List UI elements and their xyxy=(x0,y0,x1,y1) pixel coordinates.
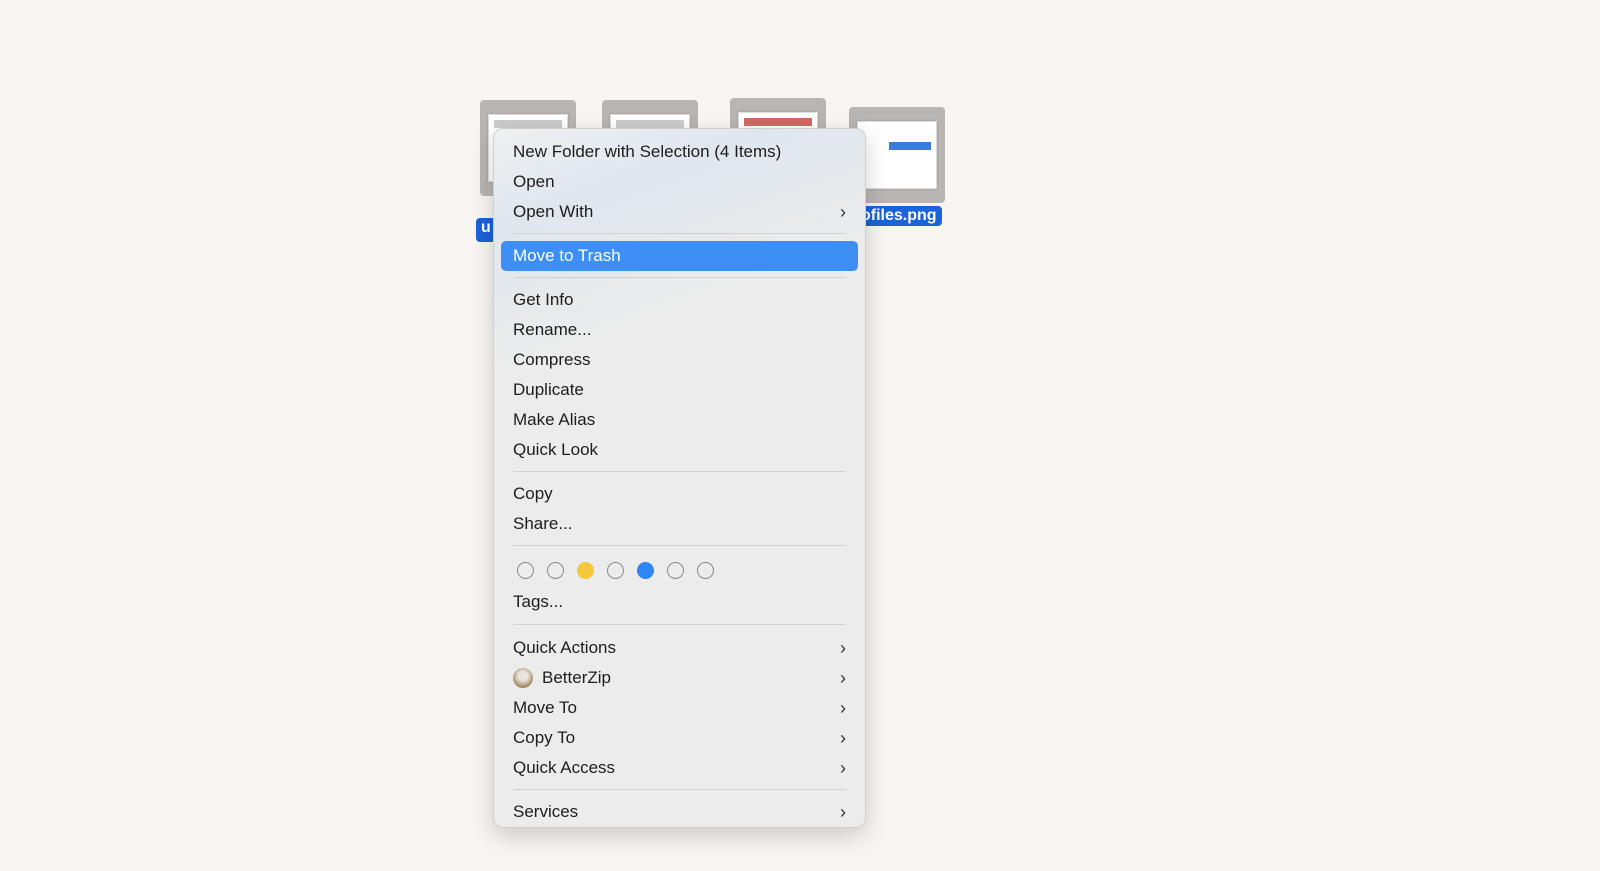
menu-item-quick-actions[interactable]: Quick Actions › xyxy=(501,633,858,663)
menu-item-services[interactable]: Services › xyxy=(501,797,858,827)
menu-item-label: New Folder with Selection (4 Items) xyxy=(513,142,782,161)
chevron-right-icon: › xyxy=(840,728,846,748)
chevron-right-icon: › xyxy=(840,638,846,658)
menu-item-label: Open xyxy=(513,172,555,191)
menu-item-label: Rename... xyxy=(513,320,592,339)
chevron-right-icon: › xyxy=(840,668,846,688)
menu-item-label: Copy To xyxy=(513,728,576,747)
menu-item-quick-look[interactable]: Quick Look xyxy=(501,435,858,465)
menu-item-label: Get Info xyxy=(513,290,574,309)
tag-color-1[interactable] xyxy=(517,561,534,579)
menu-item-label: Move To xyxy=(513,698,577,717)
menu-item-label: Share... xyxy=(513,514,573,533)
menu-item-compress[interactable]: Compress xyxy=(501,345,858,375)
menu-item-label: Open With xyxy=(513,202,594,221)
chevron-right-icon: › xyxy=(840,802,846,822)
menu-item-label: Quick Look xyxy=(513,440,599,459)
menu-item-betterzip[interactable]: BetterZip › xyxy=(501,663,858,693)
menu-item-label: Tags... xyxy=(513,592,564,611)
tag-color-7[interactable] xyxy=(697,561,714,579)
menu-item-tags[interactable]: Tags... xyxy=(501,587,858,617)
menu-item-duplicate[interactable]: Duplicate xyxy=(501,375,858,405)
menu-item-label: Services xyxy=(513,802,579,821)
tag-color-6[interactable] xyxy=(667,561,684,579)
menu-item-rename[interactable]: Rename... xyxy=(501,315,858,345)
tag-color-5[interactable] xyxy=(637,561,654,579)
menu-item-get-info[interactable]: Get Info xyxy=(501,285,858,315)
menu-item-copy[interactable]: Copy xyxy=(501,479,858,509)
tag-color-2[interactable] xyxy=(547,561,564,579)
separator xyxy=(513,277,846,278)
menu-item-label: BetterZip xyxy=(542,668,611,687)
menu-item-label: Quick Access xyxy=(513,758,616,777)
tag-color-4[interactable] xyxy=(607,561,624,579)
menu-item-label: Quick Actions xyxy=(513,638,616,657)
menu-item-label: Copy xyxy=(513,484,553,503)
menu-item-share[interactable]: Share... xyxy=(501,509,858,539)
menu-item-new-folder[interactable]: New Folder with Selection (4 Items) xyxy=(501,137,858,167)
file-label-4[interactable]: ofiles.png xyxy=(856,206,942,226)
context-menu: New Folder with Selection (4 Items) Open… xyxy=(493,128,866,828)
chevron-right-icon: › xyxy=(840,758,846,778)
menu-item-copy-to[interactable]: Copy To › xyxy=(501,723,858,753)
separator xyxy=(513,545,846,546)
menu-item-open-with[interactable]: Open With › xyxy=(501,197,858,227)
tag-color-picker xyxy=(494,553,865,587)
chevron-right-icon: › xyxy=(840,202,846,222)
separator xyxy=(513,789,846,790)
separator xyxy=(513,233,846,234)
menu-item-move-to-trash[interactable]: Move to Trash xyxy=(501,241,858,271)
menu-item-make-alias[interactable]: Make Alias xyxy=(501,405,858,435)
separator xyxy=(513,624,846,625)
menu-item-open[interactable]: Open xyxy=(501,167,858,197)
betterzip-icon xyxy=(513,668,533,688)
menu-item-label: Compress xyxy=(513,350,591,369)
menu-item-label: Make Alias xyxy=(513,410,596,429)
chevron-right-icon: › xyxy=(840,698,846,718)
menu-item-label: Duplicate xyxy=(513,380,584,399)
menu-item-label: Move to Trash xyxy=(513,246,621,265)
menu-item-move-to[interactable]: Move To › xyxy=(501,693,858,723)
separator xyxy=(513,471,846,472)
menu-item-quick-access[interactable]: Quick Access › xyxy=(501,753,858,783)
tag-color-3[interactable] xyxy=(577,561,594,579)
